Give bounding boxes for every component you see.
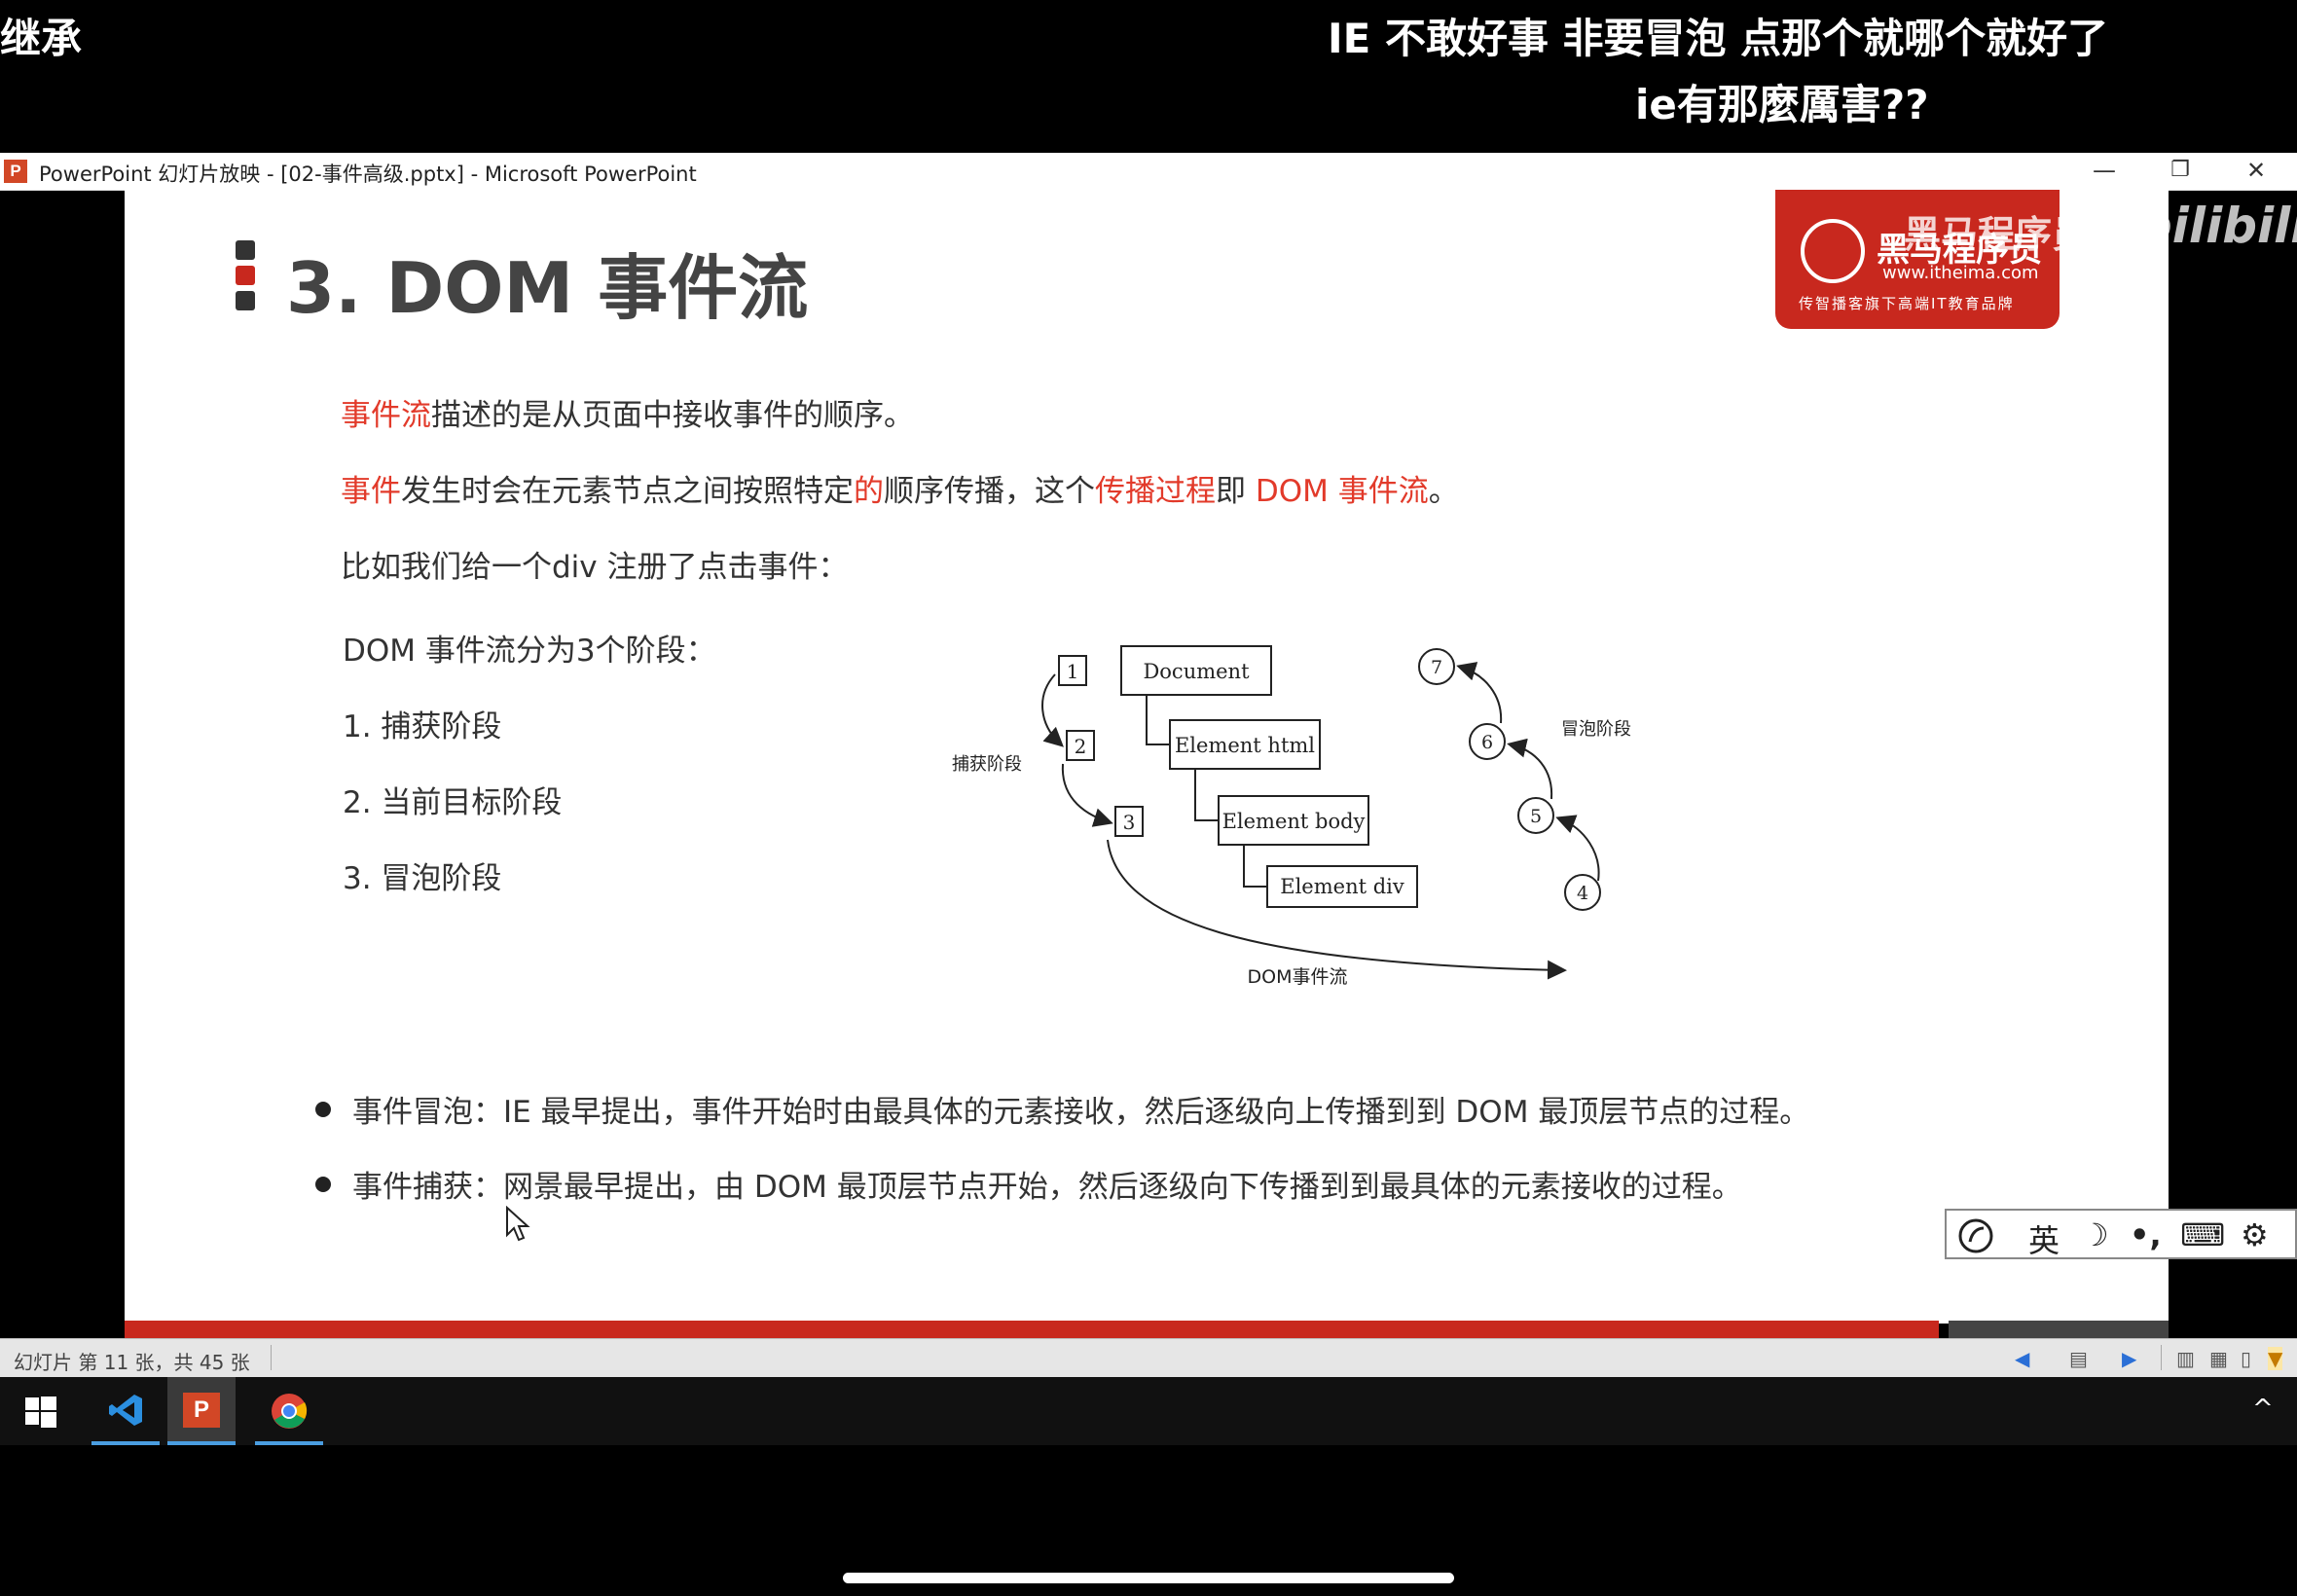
mouse-cursor-icon — [506, 1206, 530, 1242]
phases-heading: DOM 事件流分为3个阶段： — [343, 634, 716, 669]
node-label: Document — [1143, 660, 1250, 683]
bullet-bubbling: 事件冒泡：IE 最早提出，事件开始时由最具体的元素接收，然后逐级向上传播到到 D… — [352, 1095, 1810, 1130]
slide-footer-bar — [125, 1321, 1939, 1340]
bilibili-watermark: bilibili — [2137, 198, 2297, 254]
intro-line-2: 事件发生时会在元素节点之间按照特定的顺序传播，这个传播过程即 DOM 事件流。 — [341, 466, 1459, 510]
window-title: PowerPoint 幻灯片放映 - [02-事件高级.pptx] - Micr… — [39, 163, 697, 186]
slideshow-view-icon[interactable]: ▼ — [2268, 1347, 2283, 1370]
bubble-step-label: 4 — [1577, 883, 1588, 904]
bubble-arrow — [1555, 815, 1600, 882]
title-marker-icon — [236, 240, 257, 310]
text: 顺序传播，这个 — [884, 474, 1095, 509]
intro-line-3: 比如我们给一个div 注册了点击事件： — [341, 550, 849, 585]
bubble-step-label: 6 — [1481, 732, 1493, 753]
start-button[interactable] — [6, 1377, 74, 1445]
phase-item: 1. 捕获阶段 — [343, 709, 502, 744]
text: 即 — [1216, 474, 1256, 509]
punctuation-icon[interactable]: •, — [2130, 1216, 2162, 1253]
active-indicator — [255, 1441, 323, 1445]
node-label: Element div — [1280, 875, 1404, 898]
slide-sorter-icon[interactable]: ▦ — [2209, 1347, 2228, 1370]
bubble-step-label: 5 — [1530, 806, 1542, 827]
bubble-phase-label: 冒泡阶段 — [1561, 719, 1631, 740]
bubble-step-label: 7 — [1431, 657, 1442, 678]
close-button[interactable]: ✕ — [2227, 153, 2285, 190]
text: 发生时会在元素节点之间按照特定 — [401, 474, 854, 509]
capture-step-label: 3 — [1123, 811, 1136, 834]
previous-slide-icon[interactable]: ◀ — [2015, 1347, 2029, 1370]
normal-view-icon[interactable]: ▥ — [2176, 1347, 2195, 1370]
capture-step-label: 1 — [1067, 660, 1079, 683]
keyboard-icon[interactable]: ⌨ — [2180, 1216, 2225, 1253]
chrome-icon — [272, 1394, 308, 1429]
tray-chevron-icon[interactable]: ^ — [2252, 1395, 2274, 1424]
highlight: 事件流 — [341, 398, 431, 433]
highlight: 事件 — [341, 474, 401, 509]
capture-phase-label: 捕获阶段 — [952, 754, 1022, 775]
slide: 3. DOM 事件流 事件流描述的是从页面中接收事件的顺序。 事件发生时会在元素… — [125, 190, 2169, 1324]
restore-button[interactable]: ❐ — [2151, 153, 2209, 190]
settings-gear-icon[interactable]: ⚙ — [2241, 1216, 2269, 1253]
bubble-arrow — [1507, 738, 1553, 800]
phase-item: 2. 当前目标阶段 — [343, 785, 563, 820]
ime-language-toggle[interactable]: 英 — [2028, 1216, 2060, 1261]
bubble-arrow — [1456, 662, 1503, 724]
intro-line-1: 事件流描述的是从页面中接收事件的顺序。 — [341, 390, 914, 434]
diagram-caption: DOM事件流 — [1248, 966, 1348, 988]
divider — [271, 1345, 272, 1370]
text: 描述的是从页面中接收事件的顺序。 — [431, 398, 914, 433]
node-label: Element body — [1222, 810, 1366, 833]
slide-counter: 幻灯片 第 11 张，共 45 张 — [14, 1351, 250, 1374]
phase-item: 3. 冒泡阶段 — [343, 861, 502, 896]
window-titlebar: P PowerPoint 幻灯片放映 - [02-事件高级.pptx] - Mi… — [0, 153, 2297, 191]
moon-icon[interactable]: ☽ — [2081, 1216, 2109, 1253]
capture-step-label: 2 — [1075, 735, 1087, 758]
highlight: 的 — [854, 474, 884, 509]
event-flow-diagram: Document Element html Element body Eleme… — [952, 645, 1631, 988]
bullet-dot — [315, 1102, 331, 1117]
next-slide-icon[interactable]: ▶ — [2122, 1347, 2136, 1370]
minimize-button[interactable]: — — [2075, 153, 2133, 190]
danmaku-comment: IE 不敢好事 非要冒泡 点那个就哪个就好了 — [1328, 15, 2109, 62]
powerpoint-icon: P — [4, 160, 27, 183]
reading-view-icon[interactable]: ▯ — [2241, 1347, 2251, 1370]
bullet-dot — [315, 1177, 331, 1192]
danmaku-comment: 继承 — [0, 15, 83, 62]
divider — [2161, 1345, 2162, 1370]
powerpoint-taskbar-button[interactable]: P — [167, 1377, 236, 1445]
home-indicator[interactable] — [843, 1573, 1454, 1583]
node-label: Element html — [1175, 734, 1315, 757]
ime-logo-icon[interactable] — [1956, 1216, 1995, 1255]
vscode-icon — [109, 1395, 142, 1426]
highlight: DOM 事件流 — [1255, 474, 1429, 509]
slide-title: 3. DOM 事件流 — [286, 247, 809, 329]
ime-toolbar: 英 ☽ •, ⌨ ⚙ — [1945, 1209, 2297, 1259]
status-bar: 幻灯片 第 11 张，共 45 张 ◀ ▤ ▶ ▥ ▦ ▯ ▼ — [0, 1338, 2297, 1378]
taskbar: P ^ — [0, 1377, 2297, 1445]
capture-arrow — [1061, 763, 1113, 827]
slide-footer-bar — [1949, 1321, 2169, 1340]
vscode-taskbar-button[interactable] — [91, 1377, 160, 1445]
text: 。 — [1428, 474, 1459, 509]
horse-logo-icon — [1801, 219, 1865, 283]
logo-url: www.itheima.com — [1882, 263, 2039, 283]
chrome-taskbar-button[interactable] — [255, 1377, 323, 1445]
logo-slogan: 传智播客旗下高端IT教育品牌 — [1799, 295, 2015, 312]
powerpoint-icon: P — [183, 1393, 220, 1428]
bullet-capturing: 事件捕获：网景最早提出，由 DOM 最顶层节点开始，然后逐级向下传播到到最具体的… — [352, 1170, 1742, 1205]
active-indicator — [167, 1441, 236, 1445]
danmaku-comment: ie有那麼厲害?? — [1635, 81, 1929, 128]
active-indicator — [91, 1441, 160, 1445]
slide-menu-icon[interactable]: ▤ — [2069, 1347, 2088, 1370]
video-watermark: 黑马程序员- — [1904, 213, 2104, 256]
windows-logo-icon — [25, 1396, 56, 1428]
highlight: 传播过程 — [1095, 474, 1216, 509]
